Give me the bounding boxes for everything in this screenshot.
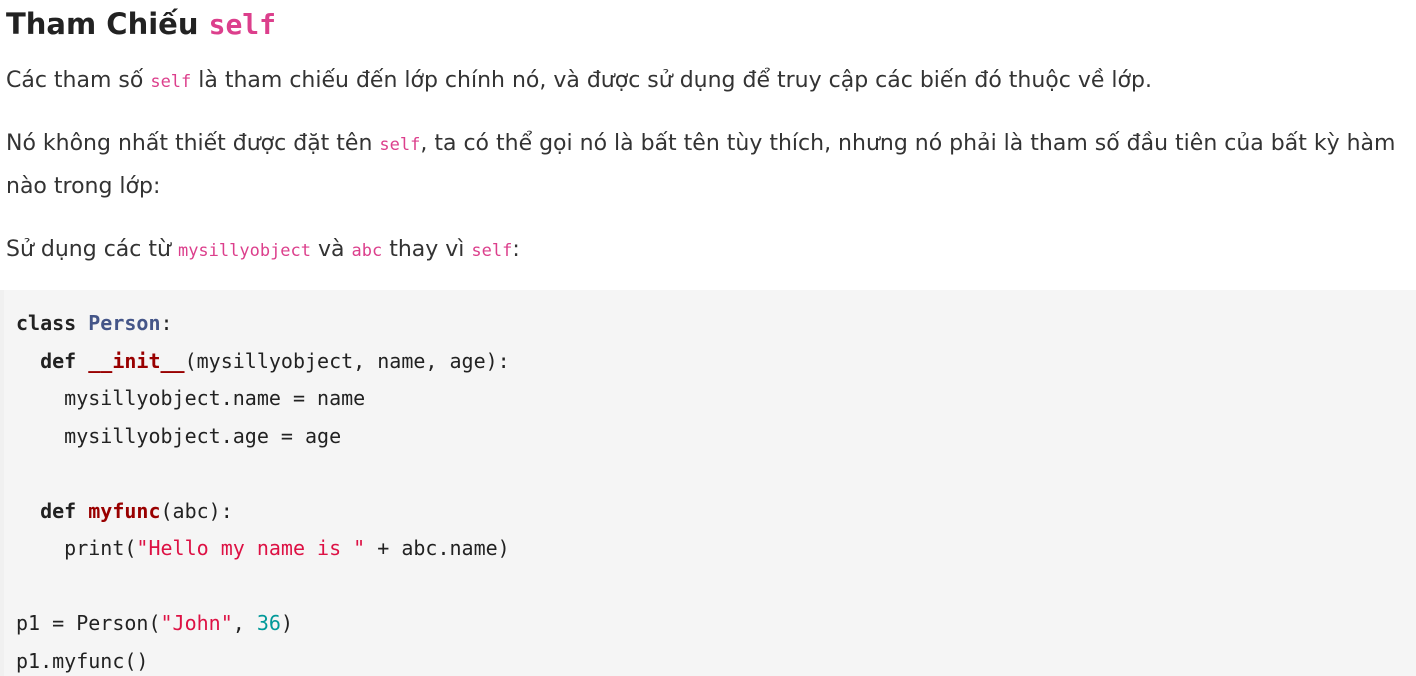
- text-span: là tham chiếu đến lớp chính nó, và được …: [191, 68, 1152, 93]
- code-text: + abc.name): [365, 536, 510, 560]
- page-title-text: Tham Chiếu: [6, 7, 209, 41]
- paragraph-self-definition: Các tham số self là tham chiếu đến lớp c…: [6, 60, 1406, 103]
- code-listing: class Person: def __init__(mysillyobject…: [16, 305, 510, 676]
- function-name: myfunc: [88, 498, 161, 523]
- paragraph-self-naming: Nó không nhất thiết được đặt tên self, t…: [6, 123, 1406, 207]
- code-line: p1 = Person("John", 36): [16, 605, 510, 643]
- tutorial-page: Tham Chiếu self Các tham số self là tham…: [0, 0, 1416, 676]
- text-span: :: [512, 237, 520, 262]
- code-line: mysillyobject.age = age: [16, 423, 342, 448]
- code-text: p1 = Person(: [16, 611, 161, 635]
- text-span: và: [311, 237, 352, 262]
- number-literal: 36: [256, 611, 281, 635]
- inline-code-self: self: [150, 72, 192, 92]
- string-literal: "John": [160, 611, 233, 635]
- class-name: Person: [88, 311, 161, 335]
- text-span: Các tham số: [6, 68, 151, 93]
- code-text: :: [160, 311, 173, 335]
- page-title: Tham Chiếu self: [6, 2, 276, 47]
- code-line: class Person:: [16, 305, 510, 343]
- code-line: def myfunc(abc):: [16, 493, 510, 531]
- code-line: mysillyobject.name = name: [16, 386, 366, 410]
- inline-code-abc: abc: [351, 241, 383, 261]
- keyword-def: def: [40, 498, 77, 523]
- inline-code-mysillyobject: mysillyobject: [177, 241, 312, 261]
- text-span: Sử dụng các từ: [6, 237, 178, 262]
- code-line: def __init__(mysillyobject, name, age):: [16, 343, 510, 381]
- text-span: Nó không nhất thiết được đặt tên: [6, 131, 380, 156]
- code-text: ): [280, 611, 293, 635]
- code-text: (abc):: [160, 498, 233, 523]
- code-line: p1.myfunc(): [16, 648, 149, 673]
- code-line: print("Hello my name is " + abc.name): [16, 530, 510, 568]
- text-span: thay vì: [382, 237, 472, 262]
- keyword-def: def: [40, 348, 77, 373]
- code-text: (mysillyobject, name, age):: [184, 348, 510, 373]
- code-text: print(: [16, 536, 137, 560]
- inline-code-self: self: [471, 241, 513, 261]
- keyword-class: class: [16, 311, 77, 335]
- code-text: ,: [232, 611, 257, 635]
- paragraph-example-intro: Sử dụng các từ mysillyobject và abc thay…: [6, 229, 1406, 272]
- function-name: __init__: [88, 348, 185, 373]
- string-literal: "Hello my name is ": [136, 536, 366, 560]
- page-title-code: self: [208, 8, 277, 41]
- inline-code-self: self: [379, 135, 421, 155]
